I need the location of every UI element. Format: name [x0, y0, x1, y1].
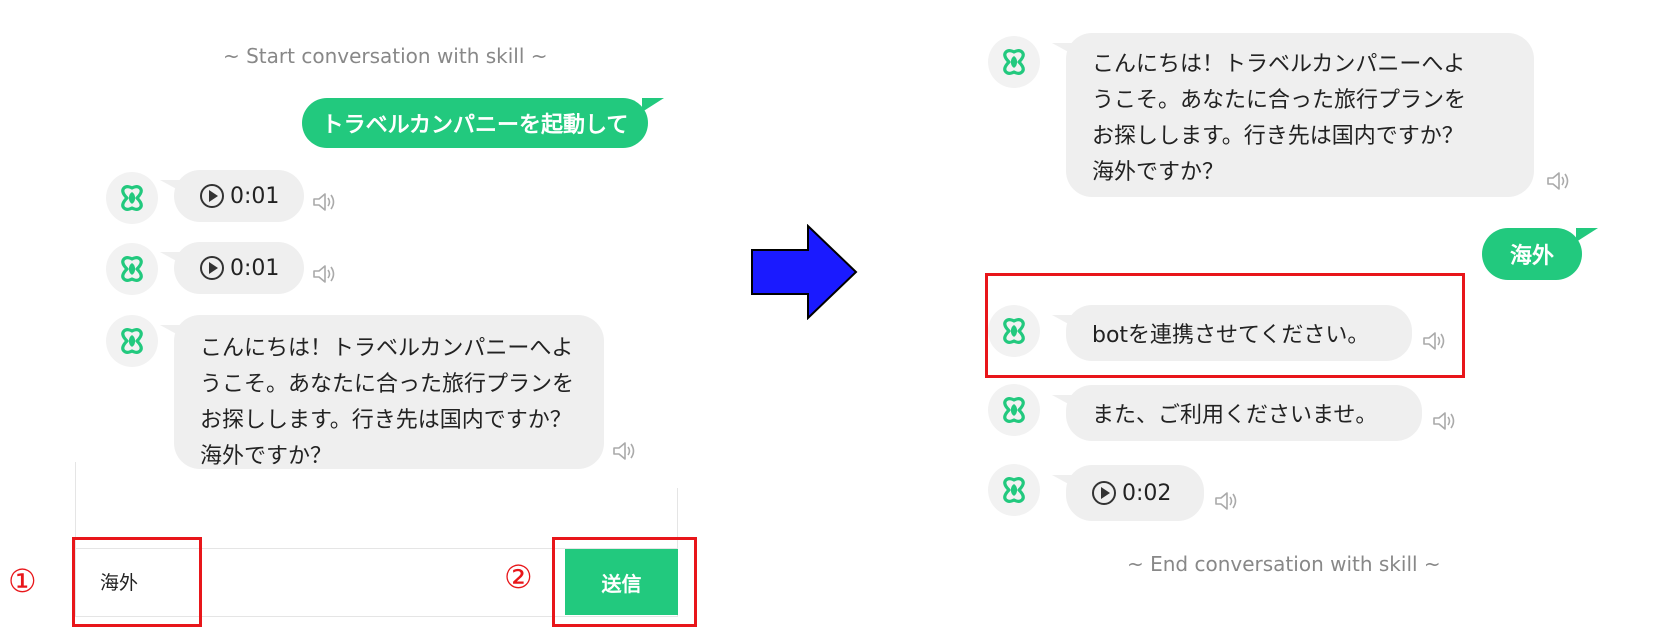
speaker-icon[interactable]	[612, 440, 638, 462]
clover-avatar-icon	[119, 256, 145, 282]
bot-audio-bubble[interactable]: 0:01	[160, 242, 304, 294]
end-conversation-label: ~ End conversation with skill ~	[1127, 552, 1441, 576]
highlight-send-box	[552, 537, 697, 627]
clover-avatar-icon	[1001, 397, 1027, 423]
speaker-icon[interactable]	[1432, 410, 1458, 432]
audio-duration: 0:01	[230, 183, 280, 209]
user-message-bubble: トラベルカンパニーを起動して	[302, 98, 664, 148]
highlight-input-box	[72, 537, 202, 627]
bot-link-bubble: botを連携させてください。	[1052, 305, 1412, 361]
bot-thanks-bubble: また、ご利用くださいませ。	[1052, 385, 1422, 441]
start-conversation-label: ~ Start conversation with skill ~	[223, 44, 548, 68]
speaker-icon[interactable]	[1546, 170, 1572, 192]
bot-avatar	[988, 464, 1040, 516]
bot-avatar	[106, 315, 158, 367]
play-icon[interactable]	[200, 184, 224, 208]
clover-avatar-icon	[1001, 49, 1027, 75]
bot-greeting-bubble: こんにちは！トラベルカンパニーへよ うこそ。あなたに合った旅行プランを お探しし…	[1052, 33, 1534, 197]
speaker-icon[interactable]	[312, 263, 338, 285]
clover-avatar-icon	[1001, 318, 1027, 344]
audio-duration: 0:01	[230, 255, 280, 281]
speaker-icon[interactable]	[1422, 330, 1448, 352]
bot-avatar	[988, 36, 1040, 88]
play-icon[interactable]	[1092, 481, 1116, 505]
bot-audio-bubble[interactable]: 0:02	[1052, 465, 1204, 521]
play-icon[interactable]	[200, 256, 224, 280]
audio-duration: 0:02	[1122, 480, 1172, 506]
bot-avatar	[988, 384, 1040, 436]
speaker-icon[interactable]	[312, 191, 338, 213]
arrow-right-icon	[751, 224, 858, 320]
bot-greeting-text: こんにちは！トラベルカンパニーへよ うこそ。あなたに合った旅行プランを お探しし…	[1092, 52, 1467, 185]
bot-avatar	[106, 243, 158, 295]
bot-thanks-text: また、ご利用くださいませ。	[1092, 403, 1378, 428]
clover-avatar-icon	[119, 185, 145, 211]
bot-greeting-bubble: こんにちは！トラベルカンパニーへよ うこそ。あなたに合った旅行プランを お探しし…	[160, 315, 604, 469]
bot-audio-bubble[interactable]: 0:01	[160, 170, 304, 222]
step-1-marker: ①	[8, 562, 37, 600]
bot-greeting-text: こんにちは！トラベルカンパニーへよ うこそ。あなたに合った旅行プランを お探しし…	[200, 336, 575, 469]
step-2-marker: ②	[504, 558, 533, 596]
user-reply-bubble: 海外	[1482, 228, 1598, 280]
speaker-icon[interactable]	[1214, 490, 1240, 512]
bot-avatar	[988, 305, 1040, 357]
bot-link-text: botを連携させてください。	[1092, 323, 1370, 348]
bot-avatar	[106, 172, 158, 224]
clover-avatar-icon	[119, 328, 145, 354]
clover-avatar-icon	[1001, 477, 1027, 503]
